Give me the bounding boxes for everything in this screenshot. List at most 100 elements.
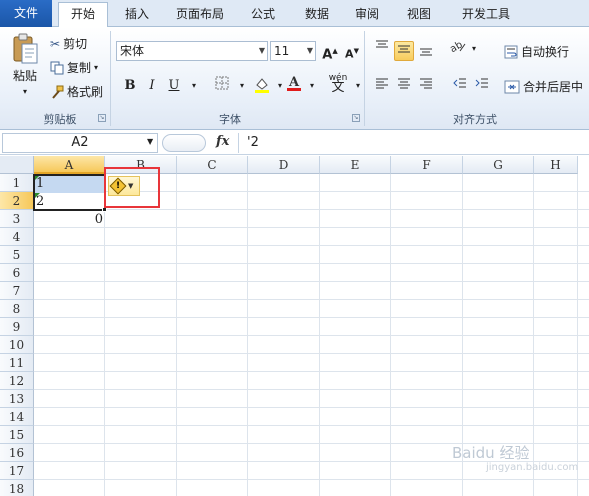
- column-header-f[interactable]: F: [391, 156, 463, 174]
- paste-icon: [13, 33, 38, 64]
- fill-color-icon[interactable]: [252, 76, 272, 96]
- row-header-8[interactable]: 8: [0, 300, 34, 318]
- tab-review[interactable]: 审阅: [344, 3, 390, 27]
- tab-home[interactable]: 开始: [58, 2, 108, 28]
- align-top-icon[interactable]: [372, 39, 392, 59]
- tab-file[interactable]: 文件: [0, 0, 52, 27]
- row-gridline: [34, 371, 589, 372]
- chevron-down-icon: ▼: [306, 46, 313, 55]
- row-header-11[interactable]: 11: [0, 354, 34, 372]
- borders-dropdown-icon[interactable]: ▾: [232, 76, 252, 96]
- row-header-3[interactable]: 3: [0, 210, 34, 228]
- row-gridline: [34, 353, 589, 354]
- tab-page-layout[interactable]: 页面布局: [164, 3, 236, 27]
- row-header-9[interactable]: 9: [0, 318, 34, 336]
- phonetic-icon[interactable]: wén 文: [328, 73, 348, 94]
- svg-text:ab: ab: [450, 39, 465, 53]
- paste-button[interactable]: 粘贴 ▾: [8, 32, 42, 99]
- phonetic-dropdown-icon[interactable]: ▾: [348, 76, 368, 96]
- orientation-dropdown-icon[interactable]: ▾: [464, 39, 484, 59]
- paste-label: 粘贴: [12, 69, 37, 83]
- column-header-h[interactable]: H: [534, 156, 578, 174]
- highlight-annotation-box: [104, 167, 160, 208]
- align-bottom-icon[interactable]: [416, 43, 436, 63]
- launcher-icon[interactable]: ↘: [98, 114, 106, 122]
- column-header-c[interactable]: C: [177, 156, 248, 174]
- merge-center-button[interactable]: 合并后居中: [504, 78, 583, 95]
- row-header-7[interactable]: 7: [0, 282, 34, 300]
- row-header-15[interactable]: 15: [0, 426, 34, 444]
- font-size-combo[interactable]: 11 ▼: [270, 41, 316, 61]
- row-gridline: [34, 227, 589, 228]
- row-gridline: [34, 245, 589, 246]
- increase-indent-icon[interactable]: [472, 76, 492, 96]
- underline-button[interactable]: U: [164, 76, 184, 96]
- underline-dropdown-icon[interactable]: ▾: [184, 76, 204, 96]
- column-header-a[interactable]: A: [34, 156, 105, 174]
- formula-input[interactable]: '2: [238, 133, 587, 153]
- align-middle-icon[interactable]: [394, 41, 414, 61]
- row-header-6[interactable]: 6: [0, 264, 34, 282]
- launcher-icon[interactable]: ↘: [352, 114, 360, 122]
- row-gridline: [34, 281, 589, 282]
- paintbrush-icon: [52, 85, 64, 99]
- row-header-4[interactable]: 4: [0, 228, 34, 246]
- row-header-17[interactable]: 17: [0, 462, 34, 480]
- row-header-10[interactable]: 10: [0, 336, 34, 354]
- font-color-icon[interactable]: A: [284, 73, 304, 93]
- italic-button[interactable]: I: [142, 76, 162, 96]
- font-group-label: 字体: [219, 113, 241, 126]
- align-right-icon[interactable]: [416, 76, 436, 96]
- cut-button[interactable]: ✂ 剪切: [50, 35, 87, 52]
- format-painter-label: 格式刷: [67, 85, 104, 99]
- row-gridline: [34, 407, 589, 408]
- font-name-combo[interactable]: 宋体 ▼: [116, 41, 268, 61]
- row-header-5[interactable]: 5: [0, 246, 34, 264]
- name-box[interactable]: A2: [2, 133, 158, 153]
- format-painter-button[interactable]: 格式刷: [50, 83, 103, 100]
- row-header-14[interactable]: 14: [0, 408, 34, 426]
- row-header-12[interactable]: 12: [0, 372, 34, 390]
- decrease-font-icon[interactable]: A▼: [342, 41, 362, 61]
- tab-formulas[interactable]: 公式: [240, 3, 286, 27]
- row-header-18[interactable]: 18: [0, 480, 34, 496]
- font-color-dropdown-icon[interactable]: ▾: [302, 76, 322, 96]
- copy-label: 复制: [67, 61, 92, 75]
- row-header-16[interactable]: 16: [0, 444, 34, 462]
- formula-bar: A2 ▼ fx '2: [0, 131, 589, 155]
- ribbon-home: 粘贴 ▾ ✂ 剪切 复制 ▾ 格式刷 剪贴板 ↘ 宋体 ▼ 11 ▼ A▲ A▼…: [0, 27, 589, 130]
- merge-center-icon: [504, 80, 520, 93]
- group-divider: [364, 31, 365, 126]
- tab-insert[interactable]: 插入: [114, 3, 160, 27]
- row-gridline: [34, 209, 589, 210]
- tab-data[interactable]: 数据: [294, 3, 340, 27]
- chevron-down-icon[interactable]: ▼: [147, 137, 153, 146]
- select-all-corner[interactable]: [0, 156, 34, 174]
- copy-button[interactable]: 复制 ▾: [50, 59, 98, 76]
- decrease-indent-icon[interactable]: [450, 76, 470, 96]
- bold-button[interactable]: B: [120, 76, 140, 96]
- wrap-text-label: 自动换行: [521, 45, 570, 59]
- copy-icon: [50, 61, 64, 74]
- tab-developer[interactable]: 开发工具: [450, 3, 522, 27]
- insert-function-icon[interactable]: fx: [216, 134, 229, 149]
- wrap-text-button[interactable]: 自动换行: [504, 43, 569, 60]
- increase-font-icon[interactable]: A▲: [320, 41, 340, 62]
- column-header-d[interactable]: D: [248, 156, 320, 174]
- row-gridline: [34, 425, 589, 426]
- row-header-1[interactable]: 1: [0, 174, 34, 192]
- align-center-icon[interactable]: [394, 76, 414, 96]
- column-header-e[interactable]: E: [320, 156, 391, 174]
- borders-icon[interactable]: [212, 76, 232, 96]
- row-header-13[interactable]: 13: [0, 390, 34, 408]
- tab-view[interactable]: 视图: [396, 3, 442, 27]
- row-gridline: [34, 299, 589, 300]
- wrap-text-icon: [504, 45, 518, 58]
- align-left-icon[interactable]: [372, 76, 392, 96]
- chevron-down-icon: ▼: [258, 46, 265, 55]
- font-size-value: 11: [274, 44, 290, 58]
- row-header-2[interactable]: 2: [0, 192, 34, 210]
- baidu-watermark: Baidu 经验: [452, 444, 530, 462]
- column-header-g[interactable]: G: [463, 156, 534, 174]
- cell-a3[interactable]: 0: [34, 211, 105, 229]
